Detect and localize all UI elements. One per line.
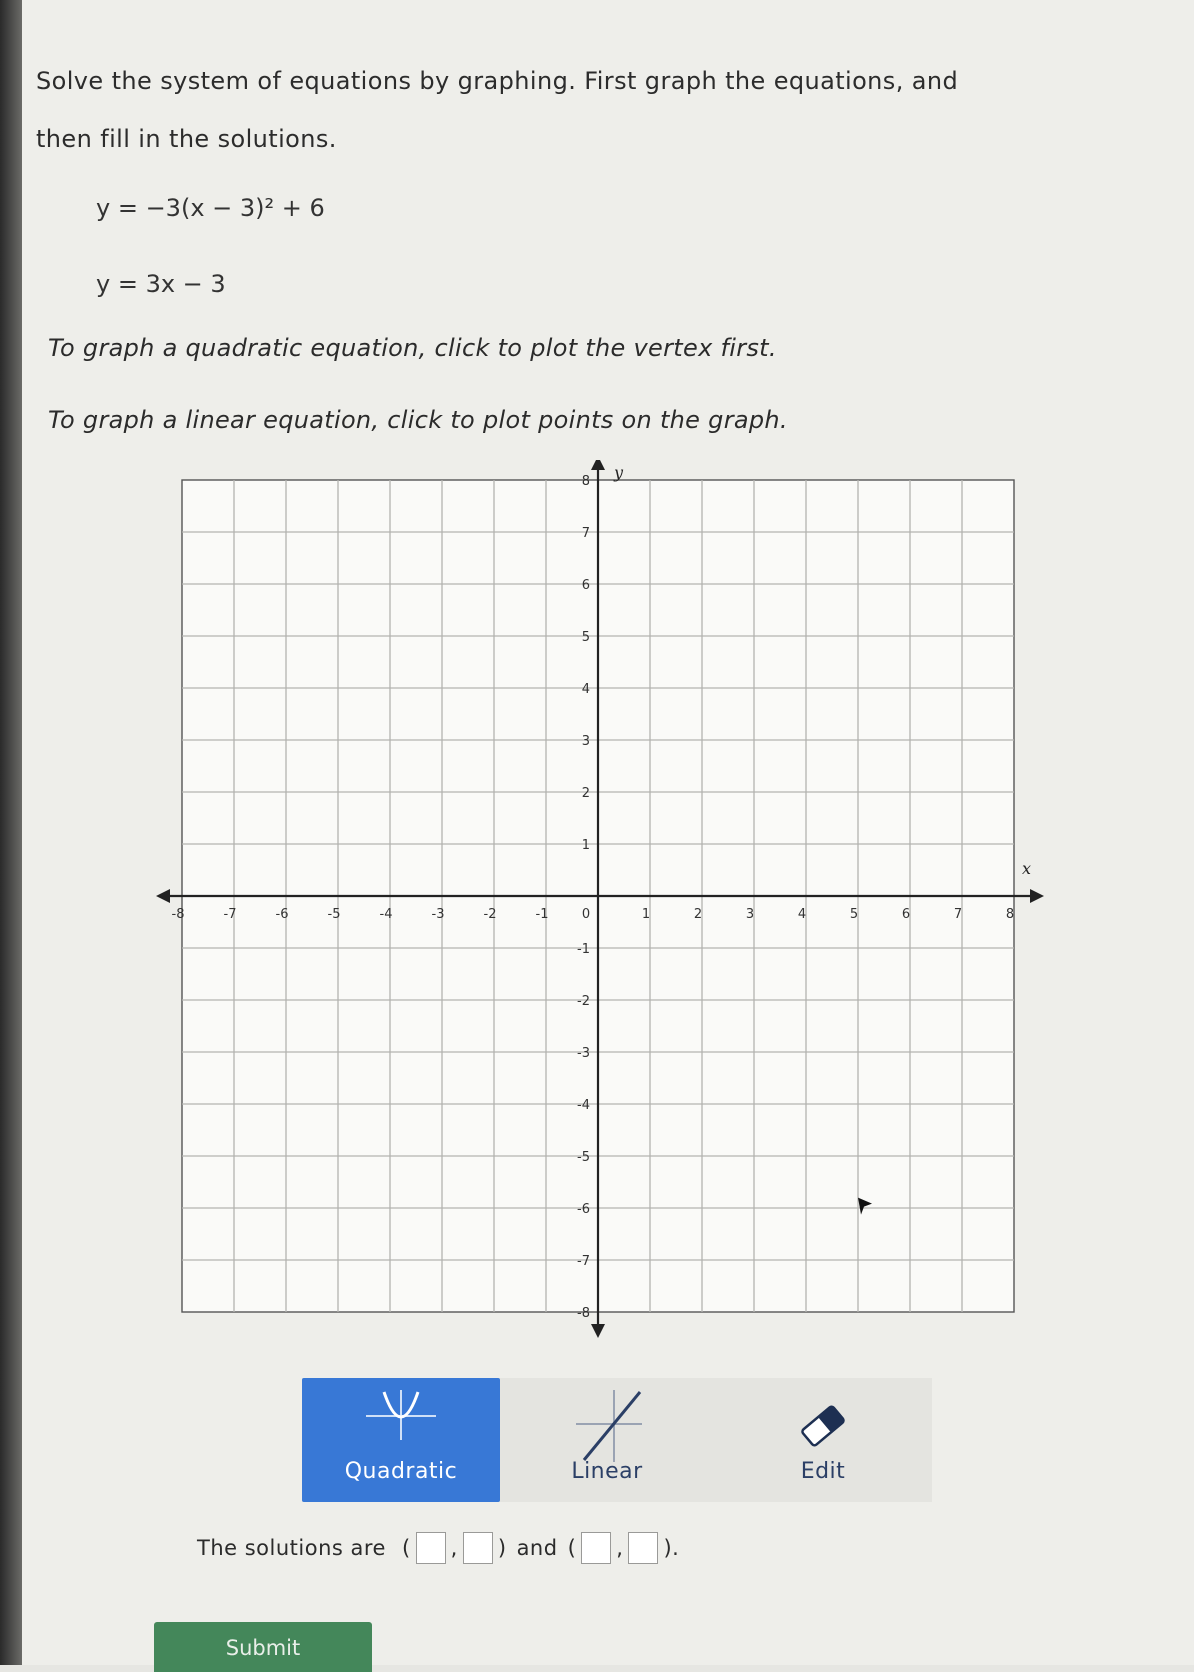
x-tick-label: 6 <box>902 907 910 922</box>
x-tick-label: -4 <box>380 907 393 922</box>
edit-tool-label: Edit <box>800 1459 846 1484</box>
y-axis-up-arrow <box>591 460 605 470</box>
and-word: and <box>516 1536 558 1560</box>
y-axis-label: y <box>613 463 624 482</box>
solutions-prefix: The solutions are <box>197 1536 386 1560</box>
x-tick-label: 8 <box>1006 907 1014 922</box>
parabola-icon <box>366 1390 436 1440</box>
prompt-line-1: Solve the system of equations by graphin… <box>36 67 959 95</box>
y-tick-label: 7 <box>582 526 590 541</box>
x-tick-label: 2 <box>694 907 702 922</box>
y-tick-label: -5 <box>577 1150 590 1165</box>
x-tick-label: 5 <box>850 907 858 922</box>
prompt-line-2: then fill in the solutions. <box>36 125 337 153</box>
y-tick-label: 4 <box>582 682 590 697</box>
solutions-row: The solutions are ( , ) and ( , ). <box>197 1532 679 1564</box>
comma-1: , <box>450 1536 458 1560</box>
y-tick-label: 8 <box>582 474 590 489</box>
graph-toolbar: Quadratic Linear Edit <box>302 1378 932 1502</box>
graph-canvas[interactable]: x y -8 -7 -6 -5 -4 -3 -2 -1 0 1 2 3 4 5 6 7 8 8 7 6 5 4 3 2 1 -1 -2 -… <box>132 460 1082 1360</box>
x-tick-label: 4 <box>798 907 806 922</box>
question-prompt: Solve the system of equations by graphin… <box>36 52 1156 168</box>
x-tick-label: -2 <box>484 907 497 922</box>
x-axis-label: x <box>1022 859 1031 878</box>
solution-2-x-input[interactable] <box>581 1532 612 1564</box>
solution-1-y-input[interactable] <box>462 1532 493 1564</box>
eraser-icon <box>801 1405 845 1447</box>
x-tick-label: 7 <box>954 907 962 922</box>
x-axis-left-arrow <box>156 889 170 903</box>
linear-tool-button[interactable]: Linear <box>508 1378 706 1502</box>
equation-quadratic: y = −3(x − 3)² + 6 <box>96 194 325 222</box>
y-tick-label: -2 <box>577 994 590 1009</box>
instruction-quadratic: To graph a quadratic equation, click to … <box>48 334 777 362</box>
solution-2-y-input[interactable] <box>628 1532 659 1564</box>
y-axis-down-arrow <box>591 1324 605 1338</box>
paren-close-1: ) <box>497 1536 507 1560</box>
y-tick-label: 2 <box>582 786 590 801</box>
edit-tool-button[interactable]: Edit <box>724 1378 922 1502</box>
x-tick-label: -6 <box>276 907 289 922</box>
coordinate-graph[interactable]: x y -8 -7 -6 -5 -4 -3 -2 -1 0 1 2 3 4 5 6 7 8 8 7 6 5 4 3 2 1 -1 -2 -… <box>132 460 1082 1360</box>
y-tick-label: 3 <box>582 734 590 749</box>
y-tick-label: 6 <box>582 578 590 593</box>
x-tick-label: 0 <box>582 907 590 922</box>
x-tick-label: -1 <box>536 907 549 922</box>
x-tick-label: -8 <box>172 907 185 922</box>
paren-close-2: ). <box>663 1536 680 1560</box>
question-page: Solve the system of equations by graphin… <box>22 0 1194 1672</box>
y-tick-label: -8 <box>577 1306 590 1321</box>
paren-open-2: ( <box>567 1536 577 1560</box>
instruction-linear: To graph a linear equation, click to plo… <box>48 406 788 434</box>
solution-1-x-input[interactable] <box>415 1532 446 1564</box>
y-tick-label: -7 <box>577 1254 590 1269</box>
y-tick-label: 1 <box>582 838 590 853</box>
quadratic-tool-button[interactable]: Quadratic <box>302 1378 500 1502</box>
comma-2: , <box>616 1536 624 1560</box>
paren-open-1: ( <box>401 1536 411 1560</box>
y-tick-label: -1 <box>577 942 590 957</box>
screen-bezel <box>0 0 22 1665</box>
x-tick-label: -5 <box>328 907 341 922</box>
x-tick-label: -3 <box>432 907 445 922</box>
y-tick-label: -4 <box>577 1098 590 1113</box>
quadratic-tool-label: Quadratic <box>344 1459 458 1484</box>
line-icon <box>576 1390 642 1462</box>
y-tick-label: -6 <box>577 1202 590 1217</box>
x-tick-label: 3 <box>746 907 754 922</box>
y-tick-label: 5 <box>582 630 590 645</box>
x-tick-label: -7 <box>224 907 237 922</box>
x-axis-right-arrow <box>1030 889 1044 903</box>
y-tick-label: -3 <box>577 1046 590 1061</box>
equation-linear: y = 3x − 3 <box>96 270 226 298</box>
x-tick-label: 1 <box>642 907 650 922</box>
